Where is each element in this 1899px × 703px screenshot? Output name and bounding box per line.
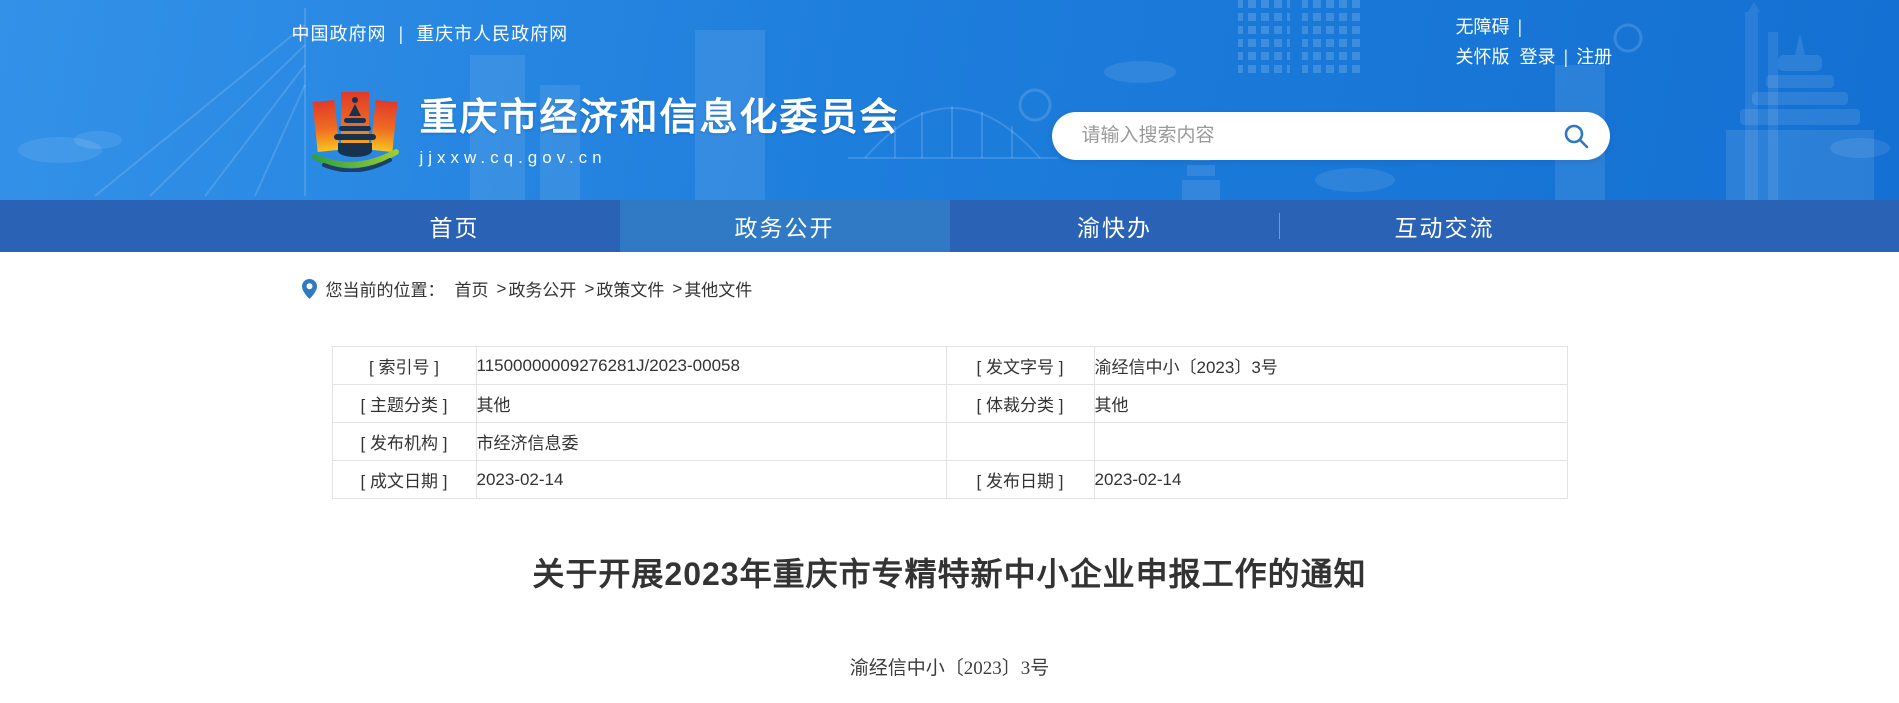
table-row: [ 成文日期 ] 2023-02-14 [ 发布日期 ] 2023-02-14 (331, 460, 1568, 499)
link-china-gov[interactable]: 中国政府网 (292, 24, 387, 44)
breadcrumb-prefix: 您当前的位置： (325, 281, 445, 300)
breadcrumb-item-other-docs[interactable]: 其他文件 (684, 276, 752, 301)
meta-label-genre-category: [ 体裁分类 ] (945, 384, 1095, 423)
nav-item-label: 渝快办 (1077, 215, 1152, 241)
meta-value-empty (1093, 422, 1568, 461)
nav-item-gov-affairs[interactable]: 政务公开 (619, 200, 950, 252)
doc-number: 渝经信中小〔2023〕3号 (849, 658, 1050, 679)
breadcrumb-item-policy-docs[interactable]: 政策文件 (596, 276, 664, 301)
separator: | (398, 24, 405, 44)
meta-label-index-no: [ 索引号 ] (331, 346, 477, 385)
nav-item-yukuaiban[interactable]: 渝快办 (950, 200, 1280, 252)
table-row: [ 索引号 ] 11500000009276281J/2023-00058 [ … (331, 346, 1568, 385)
nav-item-interaction[interactable]: 互动交流 (1280, 200, 1610, 252)
site-brand[interactable]: 重庆市经济和信息化委员会 jjxxw.cq.gov.cn (308, 88, 900, 172)
page: 中国政府网 | 重庆市人民政府网 无障碍 | 关怀版 登录 | 注册 重庆市经济… (0, 0, 1899, 703)
link-care-version[interactable]: 关怀版 (1456, 47, 1510, 67)
table-row: [ 发布机构 ] 市经济信息委 (331, 422, 1568, 461)
meta-value-index-no: 11500000009276281J/2023-00058 (475, 346, 947, 385)
nav-item-label: 互动交流 (1394, 215, 1495, 241)
link-chongqing-gov[interactable]: 重庆市人民政府网 (416, 24, 568, 44)
breadcrumb: 您当前的位置： 首页 > 政务公开 > 政策文件 > 其他文件 (290, 276, 1610, 301)
nav-item-label: 首页 (429, 215, 480, 241)
gov-links: 中国政府网 | 重庆市人民政府网 (292, 20, 569, 46)
breadcrumb-item-gov-affairs[interactable]: 政务公开 (508, 276, 576, 301)
site-logo-icon (311, 92, 399, 172)
nav-item-label: 政务公开 (734, 215, 835, 241)
search-icon (1564, 124, 1589, 148)
meta-value-doc-no: 渝经信中小〔2023〕3号 (1093, 346, 1568, 385)
link-accessibility[interactable]: 无障碍 (1456, 17, 1510, 37)
utility-links: 无障碍 | 关怀版 登录 | 注册 (1456, 12, 1613, 72)
breadcrumb-separator: > (672, 278, 683, 298)
site-header: 中国政府网 | 重庆市人民政府网 无障碍 | 关怀版 登录 | 注册 重庆市经济… (0, 0, 1899, 200)
nav-item-home[interactable]: 首页 (290, 200, 620, 252)
meta-label-topic-category: [ 主题分类 ] (331, 384, 477, 423)
meta-value-genre-category: 其他 (1093, 384, 1568, 423)
brand-text: 重庆市经济和信息化委员会 jjxxw.cq.gov.cn (420, 88, 900, 168)
main-nav: 首页 政务公开 渝快办 互动交流 (0, 200, 1899, 252)
meta-value-written-date: 2023-02-14 (475, 460, 947, 499)
doc-meta-table: [ 索引号 ] 11500000009276281J/2023-00058 [ … (331, 346, 1568, 499)
breadcrumb-item-home[interactable]: 首页 (455, 276, 489, 301)
meta-label-empty (945, 422, 1095, 461)
site-url: jjxxw.cq.gov.cn (419, 147, 607, 167)
site-title: 重庆市经济和信息化委员会 (419, 97, 900, 139)
meta-label-doc-no: [ 发文字号 ] (945, 346, 1095, 385)
utility-line-2: 关怀版 登录 | 注册 (1456, 42, 1613, 72)
meta-value-issuing-agency: 市经济信息委 (475, 422, 947, 461)
meta-label-written-date: [ 成文日期 ] (331, 460, 477, 499)
location-pin-icon (301, 278, 317, 299)
meta-label-issuing-agency: [ 发布机构 ] (331, 422, 477, 461)
separator: | (1563, 47, 1569, 67)
breadcrumb-separator: > (496, 278, 507, 298)
meta-value-publish-date: 2023-02-14 (1093, 460, 1568, 499)
search-button[interactable] (1560, 119, 1594, 153)
link-login[interactable]: 登录 (1520, 47, 1556, 67)
separator: | (1517, 17, 1523, 37)
meta-value-topic-category: 其他 (475, 384, 947, 423)
utility-line-1: 无障碍 | (1456, 12, 1613, 42)
link-register[interactable]: 注册 (1576, 47, 1612, 67)
search-input[interactable] (1079, 124, 1560, 148)
table-row: [ 主题分类 ] 其他 [ 体裁分类 ] 其他 (331, 384, 1568, 423)
meta-label-publish-date: [ 发布日期 ] (945, 460, 1095, 499)
article-title: 关于开展2023年重庆市专精特新中小企业申报工作的通知 (532, 556, 1367, 592)
search-box (1051, 112, 1610, 160)
breadcrumb-separator: > (584, 278, 595, 298)
